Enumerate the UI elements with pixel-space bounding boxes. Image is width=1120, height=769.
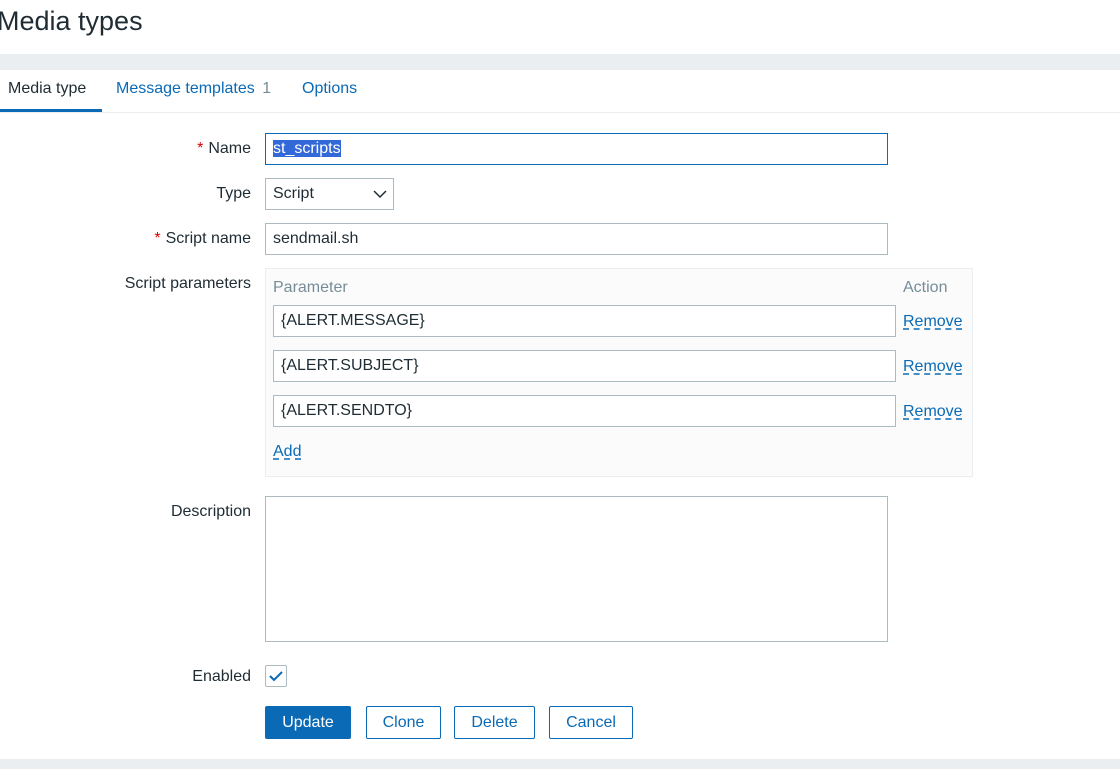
- active-tab-indicator: [0, 109, 102, 112]
- enabled-checkbox[interactable]: [265, 665, 287, 687]
- parameter-input[interactable]: {ALERT.SENDTO}: [273, 395, 896, 427]
- footer-band: [0, 759, 1120, 769]
- tabs-divider: [0, 112, 1120, 113]
- name-value: st_scripts: [273, 140, 341, 157]
- page-title: Media types: [0, 6, 143, 36]
- remove-link[interactable]: Remove: [903, 358, 963, 376]
- tab-label: Message templates: [116, 80, 255, 97]
- required-marker: *: [197, 140, 204, 157]
- label-text: Script name: [165, 230, 251, 247]
- enabled-label: Enabled: [192, 668, 251, 685]
- script-parameters-table: Parameter Action {ALERT.MESSAGE} Remove …: [265, 268, 973, 477]
- action-header: Action: [903, 279, 948, 296]
- clone-button[interactable]: Clone: [366, 706, 441, 739]
- remove-link[interactable]: Remove: [903, 313, 963, 331]
- tab-message-templates[interactable]: Message templates 1: [116, 80, 271, 98]
- description-label: Description: [170, 503, 251, 520]
- add-parameter-link[interactable]: Add: [273, 443, 301, 461]
- name-input[interactable]: st_scripts: [265, 133, 888, 165]
- script-name-label: * Script name: [154, 230, 251, 248]
- label-text: Name: [208, 140, 251, 157]
- parameter-input[interactable]: {ALERT.SUBJECT}: [273, 350, 896, 382]
- chevron-down-icon: [373, 190, 387, 199]
- name-label: * Name: [197, 140, 251, 158]
- script-parameters-label: Script parameters: [124, 275, 251, 292]
- header-band: [0, 54, 1120, 70]
- script-name-input[interactable]: sendmail.sh: [265, 223, 888, 255]
- parameter-header: Parameter: [273, 279, 348, 296]
- tab-options[interactable]: Options: [302, 80, 357, 98]
- checkmark-icon: [269, 671, 283, 682]
- update-button[interactable]: Update: [265, 706, 351, 739]
- description-textarea[interactable]: [265, 496, 888, 642]
- delete-button[interactable]: Delete: [454, 706, 535, 739]
- remove-link[interactable]: Remove: [903, 403, 963, 421]
- cancel-button[interactable]: Cancel: [549, 706, 633, 739]
- type-select[interactable]: Script: [265, 178, 394, 210]
- type-value: Script: [273, 185, 314, 202]
- type-label: Type: [216, 185, 251, 202]
- parameter-input[interactable]: {ALERT.MESSAGE}: [273, 305, 896, 337]
- tab-count: 1: [262, 80, 272, 97]
- tab-media-type[interactable]: Media type: [8, 80, 86, 98]
- required-marker: *: [154, 230, 161, 247]
